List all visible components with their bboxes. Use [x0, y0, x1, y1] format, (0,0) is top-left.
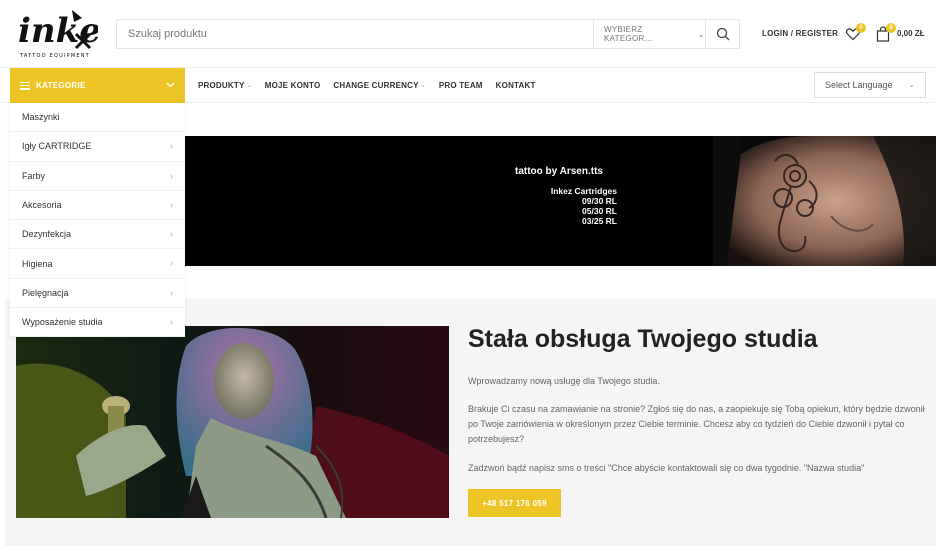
banner-text: tattoo by Arsen.tts Inkez Cartridges 09/… [515, 166, 617, 226]
promo-banner[interactable]: tattoo by Arsen.tts Inkez Cartridges 09/… [185, 136, 936, 266]
banner-line: 03/25 RL [582, 216, 617, 226]
sidebar-item-maszynki[interactable]: Maszynki [10, 103, 185, 133]
language-select-label: Select Language [825, 80, 893, 90]
nav-link-label: MOJE KONTO [264, 81, 321, 90]
nav-link-produkty[interactable]: PRODUKTY ⌄ [198, 81, 252, 90]
banner-line: 05/30 RL [582, 206, 617, 216]
category-menu: Maszynki Igły CARTRIDGE › Farby › Akceso… [10, 103, 185, 338]
service-paragraph: Zadzwoń bądź napisz sms o treści "Chce a… [468, 463, 865, 473]
chevron-right-icon: › [170, 170, 173, 181]
sidebar-item-label: Higiena [22, 258, 53, 269]
nav-link-label: KONTAKT [495, 81, 536, 90]
main-navbar: KATEGORIE PRODUKTY ⌄ MOJE KONTO CHANGE CU… [0, 68, 936, 103]
sidebar-item-dezynfekcja[interactable]: Dezynfekcja › [10, 220, 185, 250]
sidebar-item-igly-cartridge[interactable]: Igły CARTRIDGE › [10, 132, 185, 162]
nav-link-kontakt[interactable]: KONTAKT [496, 81, 536, 90]
nav-link-label: PRO TEAM [438, 81, 483, 90]
sidebar-item-label: Wyposażenie studia [22, 317, 103, 328]
nav-link-moje-konto[interactable]: MOJE KONTO [265, 81, 321, 90]
sidebar-item-label: Maszynki [22, 112, 60, 123]
wishlist-count-badge: 0 [856, 23, 866, 33]
chevron-down-icon [166, 82, 175, 88]
logo-subtext: TATTOO EQUIPMENT [19, 53, 90, 59]
service-paragraph: Brakuje Ci czasu na zamawianie na stroni… [468, 404, 925, 444]
sidebar-item-higiena[interactable]: Higiena › [10, 249, 185, 279]
search-bar: WYBIERZ KATEGOR... ⌄ [116, 19, 740, 49]
sidebar-item-label: Dezynfekcja [22, 229, 72, 240]
chevron-right-icon: › [170, 141, 173, 152]
chevron-right-icon: › [170, 229, 173, 240]
tattoo-artist-image [16, 326, 449, 518]
sidebar-item-label: Farby [22, 170, 46, 181]
chevron-right-icon: › [170, 258, 173, 269]
sidebar-item-wyposazenie-studia[interactable]: Wyposażenie studia › [10, 308, 185, 338]
chevron-down-icon: ⌄ [908, 80, 915, 89]
search-input[interactable] [117, 20, 593, 48]
sidebar-item-label: Akcesoria [22, 200, 62, 211]
nav-links: PRODUKTY ⌄ MOJE KONTO CHANGE CURRENCY ⌄ PR… [198, 68, 549, 103]
service-title: Stała obsługa Twojego studia [468, 325, 818, 353]
chevron-down-icon: ⌄ [697, 29, 705, 39]
banner-line: 09/30 RL [582, 196, 617, 206]
sidebar-item-farby[interactable]: Farby › [10, 162, 185, 191]
nav-link-pro-team[interactable]: PRO TEAM [439, 81, 483, 90]
hamburger-icon [20, 81, 30, 90]
site-header: inkez TATTOO EQUIPMENT WYBIERZ KATEGOR..… [0, 0, 936, 68]
inkez-logo[interactable]: inkez TATTOO EQUIPMENT [16, 4, 121, 62]
categories-label: KATEGORIE [36, 81, 86, 90]
sidebar-item-pielegnacja[interactable]: Pielęgnacja › [10, 279, 185, 309]
sidebar-item-akcesoria[interactable]: Akcesoria › [10, 191, 185, 221]
nav-link-label: CHANGE CURRENCY [333, 81, 419, 90]
cart-count-badge: 0 [886, 23, 896, 33]
category-select-label: WYBIERZ KATEGOR... [604, 25, 653, 43]
chevron-right-icon: › [170, 287, 173, 298]
search-icon [716, 27, 729, 41]
phone-button[interactable]: +48 517 176 059 [468, 489, 561, 517]
sidebar-item-label: Pielęgnacja [22, 287, 69, 298]
nav-link-change-currency[interactable]: CHANGE CURRENCY ⌄ [333, 81, 425, 90]
sidebar-item-label: Igły CARTRIDGE [22, 141, 92, 152]
login-register-link[interactable]: LOGIN / REGISTER [762, 29, 838, 38]
service-photo [16, 326, 449, 518]
chevron-down-icon: ⌄ [420, 83, 426, 89]
banner-title: tattoo by Arsen.tts [515, 166, 603, 177]
search-button[interactable] [705, 20, 739, 48]
chevron-down-icon: ⌄ [246, 83, 252, 89]
chevron-right-icon: › [170, 317, 173, 328]
service-paragraph: Wprowadzamy nową usługę dla Twojego stud… [468, 376, 660, 386]
cart-total[interactable]: 0,00 ZŁ [897, 29, 925, 38]
categories-toggle[interactable]: KATEGORIE [10, 68, 185, 103]
category-select[interactable]: WYBIERZ KATEGOR... ⌄ [593, 20, 705, 48]
tattoo-model-image [713, 136, 936, 266]
chevron-right-icon: › [170, 199, 173, 210]
banner-line: Inkez Cartridges [550, 186, 617, 196]
wishlist-button[interactable]: 0 [845, 23, 866, 42]
cart-button[interactable]: 0 [875, 23, 896, 42]
nav-link-label: PRODUKTY [198, 81, 245, 90]
language-select[interactable]: Select Language ⌄ [814, 72, 926, 98]
